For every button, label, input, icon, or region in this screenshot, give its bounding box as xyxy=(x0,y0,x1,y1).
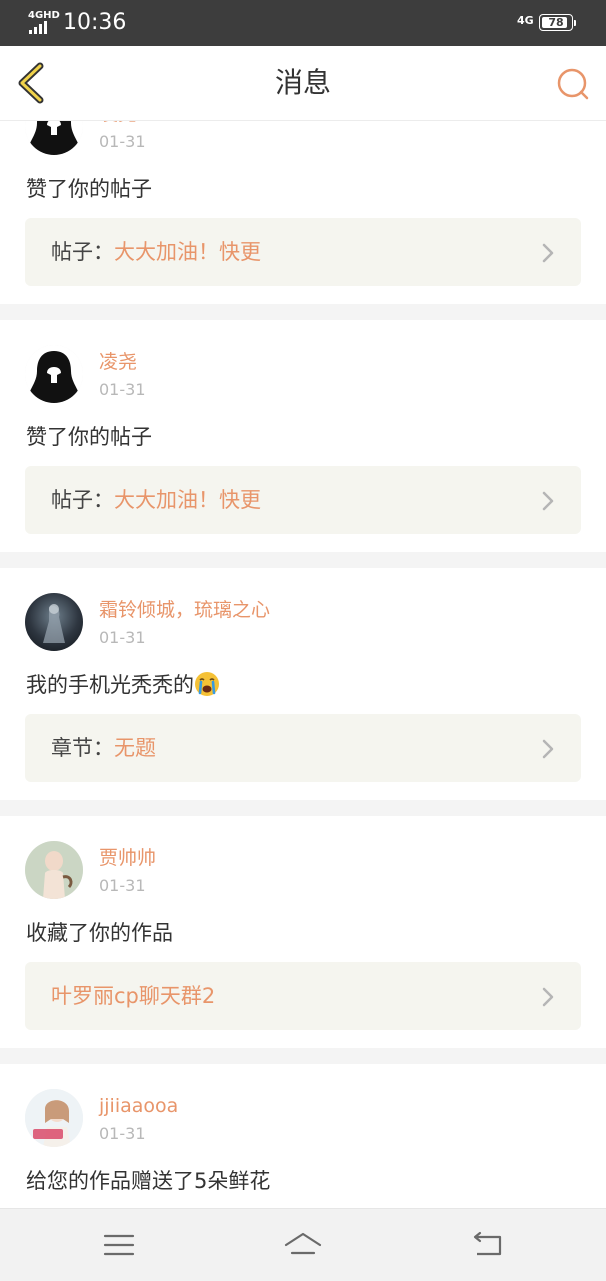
username[interactable]: jjiiaaooa xyxy=(99,1094,178,1118)
username[interactable]: 霜铃倾城，琉璃之心 xyxy=(99,598,270,622)
home-icon xyxy=(284,1232,322,1255)
message-card: 凌尧 01-31 赞了你的帖子 帖子：大大加油！快更 xyxy=(0,120,606,304)
chevron-right-icon xyxy=(542,491,554,511)
message-text: 给您的作品赠送了5朵鲜花 xyxy=(26,1169,271,1193)
timestamp: 01-31 xyxy=(99,132,146,151)
crying-face-icon xyxy=(195,672,219,696)
message-card: jjiiaaooa 01-31 给您的作品赠送了5朵鲜花 xyxy=(0,1064,606,1208)
reference-type: 帖子： xyxy=(51,240,114,264)
reference-link[interactable]: 叶罗丽cp聊天群2 xyxy=(25,962,581,1030)
reference-type: 帖子： xyxy=(51,488,114,512)
battery-level: 78 xyxy=(548,16,564,29)
chevron-right-icon xyxy=(542,243,554,263)
avatar[interactable] xyxy=(25,345,83,403)
message-text: 收藏了你的作品 xyxy=(26,921,173,945)
timestamp: 01-31 xyxy=(99,380,146,399)
timestamp: 01-31 xyxy=(99,1124,146,1143)
back-arrow-icon xyxy=(473,1231,502,1256)
signal-icon: 4GHD xyxy=(28,10,60,34)
reference-title: 大大加油！快更 xyxy=(114,240,261,264)
menu-button[interactable] xyxy=(99,1227,139,1263)
chevron-right-icon xyxy=(542,987,554,1007)
message-list[interactable]: 凌尧 01-31 赞了你的帖子 帖子：大大加油！快更 凌尧 xyxy=(0,120,606,1208)
message-card: 凌尧 01-31 赞了你的帖子 帖子：大大加油！快更 xyxy=(0,320,606,552)
reference-type: 章节： xyxy=(51,736,114,760)
top-bar: 消息 xyxy=(0,46,606,121)
chevron-right-icon xyxy=(542,739,554,759)
network-indicator: 4G xyxy=(517,14,534,27)
back-nav-button[interactable] xyxy=(467,1227,507,1263)
avatar[interactable] xyxy=(25,120,83,155)
avatar[interactable] xyxy=(25,593,83,651)
page-title: 消息 xyxy=(274,66,331,99)
clock: 10:36 xyxy=(63,10,127,35)
timestamp: 01-31 xyxy=(99,876,146,895)
message-card: 霜铃倾城，琉璃之心 01-31 我的手机光秃秃的 章节：无题 xyxy=(0,568,606,800)
network-type-label: 4GHD xyxy=(28,10,60,21)
reference-link[interactable]: 章节：无题 xyxy=(25,714,581,782)
search-icon xyxy=(557,68,589,100)
menu-icon xyxy=(103,1234,135,1256)
reference-title: 大大加油！快更 xyxy=(114,488,261,512)
reference-link[interactable]: 帖子：大大加油！快更 xyxy=(25,466,581,534)
home-button[interactable] xyxy=(283,1227,323,1263)
message-card: 贾帅帅 01-31 收藏了你的作品 叶罗丽cp聊天群2 xyxy=(0,816,606,1048)
message-text: 赞了你的帖子 xyxy=(26,177,152,201)
message-text: 赞了你的帖子 xyxy=(26,425,152,449)
username[interactable]: 凌尧 xyxy=(99,350,137,374)
search-button[interactable] xyxy=(555,66,591,102)
avatar[interactable] xyxy=(25,1089,83,1147)
battery-icon: 78 xyxy=(539,14,576,31)
avatar[interactable] xyxy=(25,841,83,899)
timestamp: 01-31 xyxy=(99,628,146,647)
username[interactable]: 贾帅帅 xyxy=(99,846,156,870)
reference-link[interactable]: 帖子：大大加油！快更 xyxy=(25,218,581,286)
system-nav-bar xyxy=(0,1208,606,1281)
status-bar: 4GHD 10:36 4G 78 xyxy=(0,0,606,46)
reference-title: 叶罗丽cp聊天群2 xyxy=(51,984,216,1008)
reference-title: 无题 xyxy=(114,736,156,760)
message-text: 我的手机光秃秃的 xyxy=(26,671,220,699)
